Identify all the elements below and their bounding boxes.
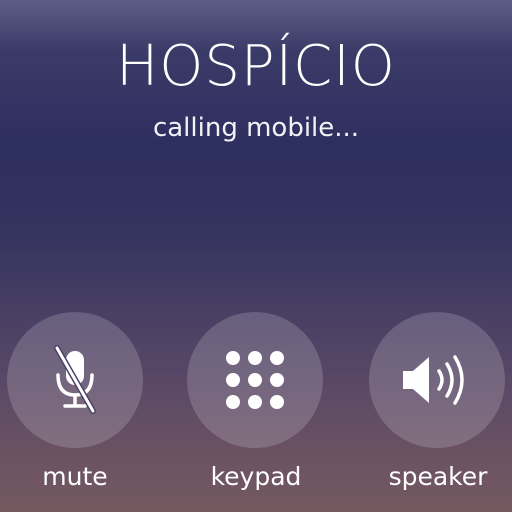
call-status: calling mobile...	[152, 113, 360, 143]
speaker-button[interactable]	[369, 312, 505, 448]
keypad-icon	[226, 351, 284, 409]
contact-name: HOSPÍCIO	[116, 34, 396, 99]
microphone-muted-icon	[54, 345, 96, 414]
keypad-label: keypad	[210, 462, 302, 491]
speaker-label: speaker	[388, 462, 488, 491]
mute-button[interactable]	[7, 312, 143, 448]
mute-label: mute	[42, 462, 108, 491]
keypad-button[interactable]	[187, 312, 323, 448]
speaker-icon	[403, 355, 464, 405]
